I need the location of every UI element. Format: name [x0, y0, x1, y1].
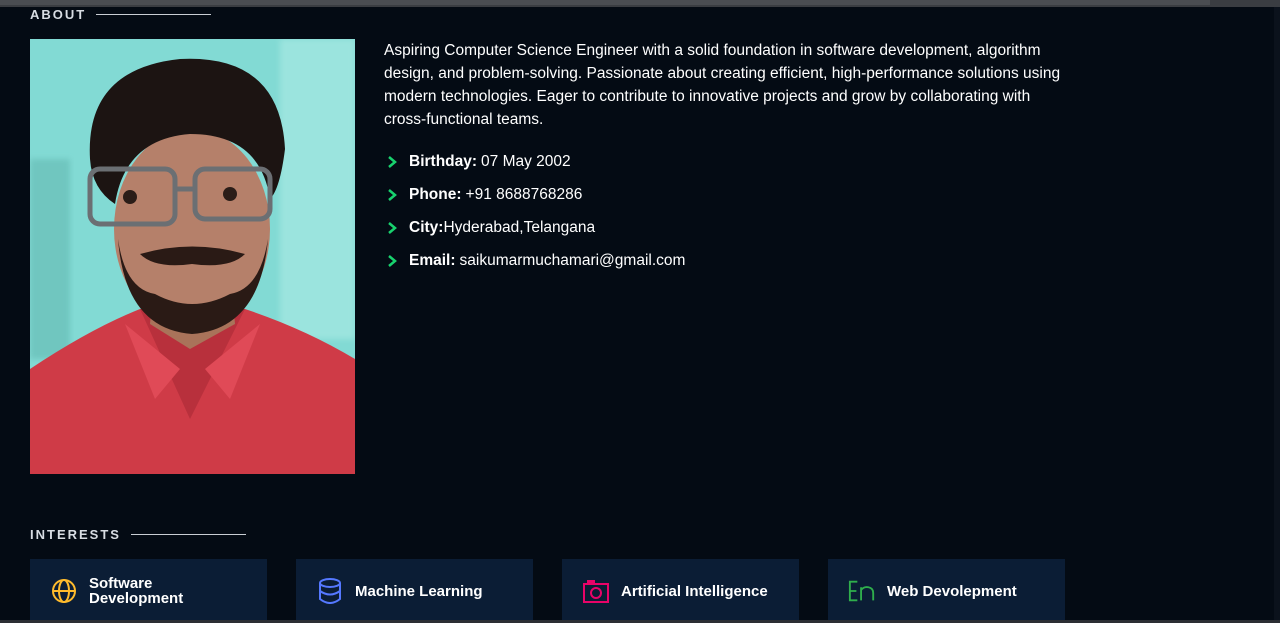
detail-city: City: Hyderabad,Telangana: [386, 211, 685, 244]
interests-title-text: INTERESTS: [30, 527, 121, 542]
detail-label: Birthday:: [409, 152, 478, 170]
chevron-right-icon: [386, 155, 398, 168]
interests-title-rule: [130, 534, 246, 535]
camera-icon: [582, 577, 610, 605]
detail-birthday: Birthday: 07 May 2002: [386, 145, 685, 178]
chevron-right-icon: [386, 254, 398, 267]
interest-card-software-development[interactable]: Software Development: [30, 559, 267, 623]
detail-label: Phone:: [409, 185, 462, 203]
interest-label: Machine Learning: [355, 582, 483, 600]
scroll-track: [0, 0, 1210, 5]
interest-card-machine-learning[interactable]: Machine Learning: [296, 559, 533, 623]
interest-label: Artificial Intelligence: [621, 582, 768, 600]
detail-value: Hyderabad,Telangana: [443, 218, 596, 236]
database-icon: [316, 577, 344, 605]
detail-email: Email: saikumarmuchamari@gmail.com: [386, 244, 685, 277]
detail-value[interactable]: saikumarmuchamari@gmail.com: [460, 252, 686, 270]
detail-value: +91 8688768286: [465, 185, 583, 203]
page-scrollbar[interactable]: [1274, 7, 1280, 623]
globe-icon: [50, 577, 78, 605]
detail-phone: Phone: +91 8688768286: [386, 178, 685, 211]
about-bio: Aspiring Computer Science Engineer with …: [384, 42, 1061, 128]
about-title-rule: [96, 14, 212, 15]
interest-card-artificial-intelligence[interactable]: Artificial Intelligence: [562, 559, 799, 623]
language-icon: [848, 577, 876, 605]
interest-label: Web Devolepment: [887, 582, 1017, 600]
chevron-right-icon: [386, 221, 398, 234]
detail-label: Email:: [409, 251, 456, 269]
detail-value: 07 May 2002: [481, 152, 571, 170]
about-details-list: Birthday: 07 May 2002 Phone: +91 8688768…: [386, 145, 685, 277]
interests-cards: Software Development Machine Learning Ar…: [30, 559, 1094, 623]
profile-photo-illustration: [30, 39, 355, 474]
chevron-right-icon: [386, 188, 398, 201]
browser-top-bar: [0, 0, 1280, 7]
profile-photo: [30, 39, 355, 474]
about-section-title: ABOUT: [30, 7, 212, 22]
interests-section-title: INTERESTS: [30, 527, 246, 542]
interest-label: Software Development: [89, 575, 184, 607]
about-title-text: ABOUT: [30, 7, 87, 22]
interest-card-web-development[interactable]: Web Devolepment: [828, 559, 1065, 623]
detail-label: City:: [409, 218, 444, 236]
